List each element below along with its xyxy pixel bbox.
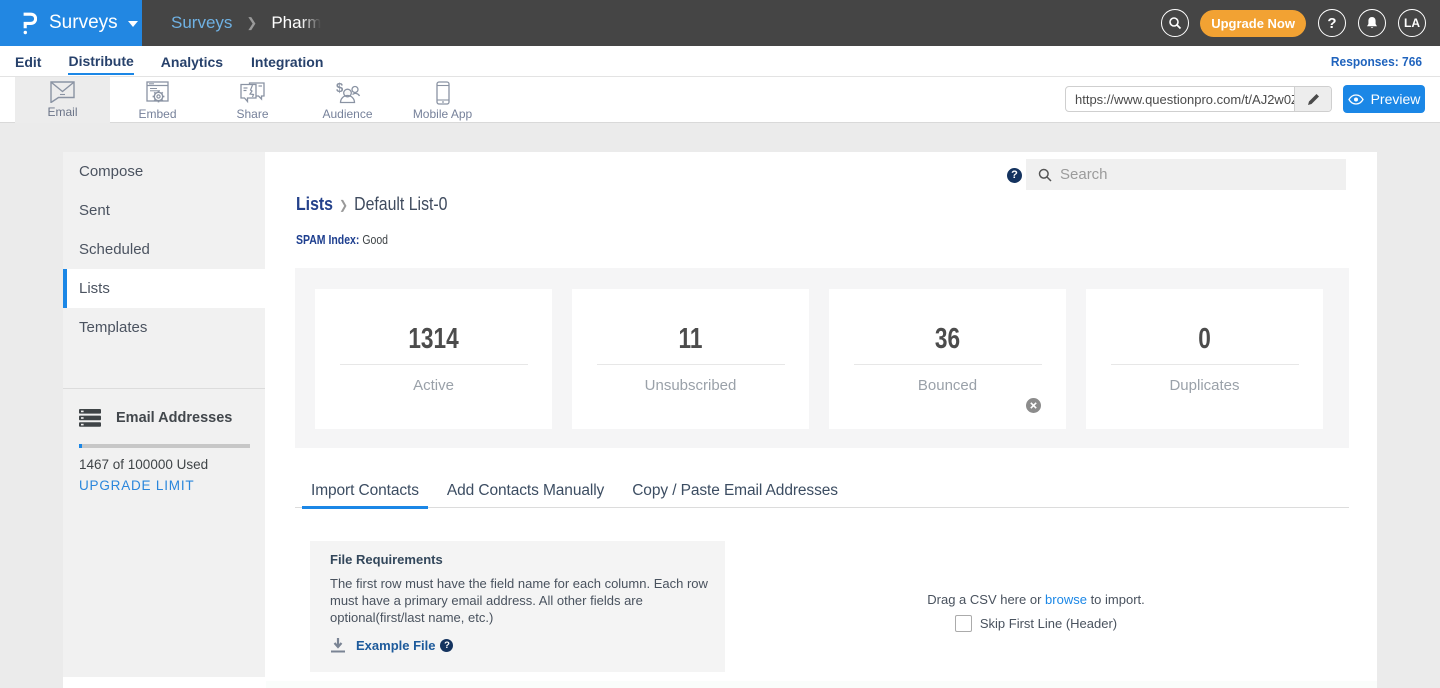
svg-text:$: $ <box>336 81 344 95</box>
